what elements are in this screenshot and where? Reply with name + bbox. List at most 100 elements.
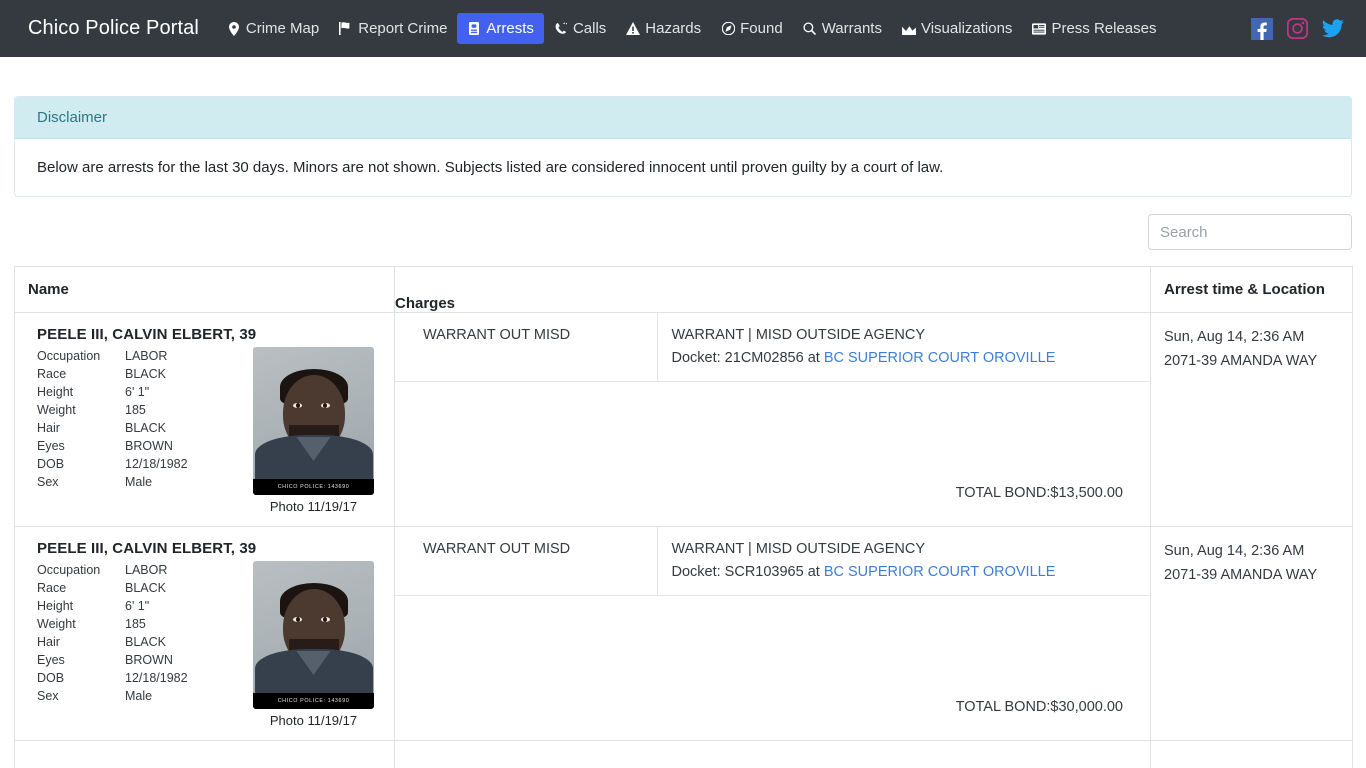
nav-item-hazards[interactable]: Hazards [616,13,711,44]
attribute-row: Weight 185 [37,615,249,633]
photo-caption: Photo 11/19/17 [269,713,358,728]
attribute-row: Height 6' 1" [37,597,249,615]
docket-prefix: Docket: SCR103965 at [671,564,820,580]
attribute-value: LABOR [125,563,168,577]
nav-item-label: Visualizations [920,20,1013,37]
charges-cell [394,740,1151,768]
court-link[interactable]: BC SUPERIOR COURT OROVILLE [824,564,1056,580]
person-name: PEELE III, CALVIN ELBERT, 39 [37,326,257,343]
instagram-icon[interactable] [1286,17,1309,40]
nav-item-found[interactable]: Found [711,13,793,44]
mugshot-pupil-right [323,403,327,408]
table-row[interactable] [14,740,1353,768]
arrest-time: Sun, Aug 14, 2:36 AM [1164,543,1305,559]
total-bond: TOTAL BOND:$13,500.00 [955,485,1123,501]
attribute-value: 6' 1" [125,599,150,613]
person-body: Occupation LABOR Race BLACK Height 6' 1" We… [28,561,381,728]
compass-icon [721,21,735,36]
arrests-table: Name Charges Arrest time & Location PEEL… [14,266,1353,768]
attribute-value: 6' 1" [125,385,150,399]
attribute-key: Occupation [37,563,101,577]
arrest-time-cell: Sun, Aug 14, 2:36 AM 2071-39 AMANDA WAY [1150,312,1353,527]
page-container: Disclaimer Below are arrests for the las… [0,96,1366,768]
brand-link[interactable]: Chico Police Portal [28,17,199,40]
column-header-charges[interactable]: Charges [394,266,1151,313]
nav-item-visualizations[interactable]: Visualizations [892,13,1022,44]
newspaper-icon [1032,21,1047,36]
arrest-location: 2071-39 AMANDA WAY [1164,353,1318,369]
docket-prefix: Docket: 21CM02856 at [671,350,820,366]
attribute-row: Sex Male [37,687,249,705]
attribute-key: Height [37,385,74,399]
charge-row: WARRANT OUT MISD WARRANT | MISD OUTSIDE … [395,527,1150,596]
column-header-name[interactable]: Name [14,266,395,313]
nav-item-label: Warrants [821,20,882,37]
charges-cell: WARRANT OUT MISD WARRANT | MISD OUTSIDE … [394,526,1151,741]
attribute-row: Race BLACK [37,579,249,597]
nav-item-label: Press Releases [1051,20,1157,37]
attribute-row: Sex Male [37,473,249,491]
charges-inner: WARRANT OUT MISD WARRANT | MISD OUTSIDE … [395,313,1150,511]
mugshot-pupil-left [296,617,300,622]
attribute-value: BROWN [125,653,173,667]
attribute-value: 12/18/1982 [125,671,188,685]
arrest-location: 2071-39 AMANDA WAY [1164,567,1318,583]
table-header-row: Name Charges Arrest time & Location [14,266,1353,313]
charge-list: WARRANT OUT MISD WARRANT | MISD OUTSIDE … [395,527,1150,596]
attribute-value: BLACK [125,581,166,595]
nav-links: Crime Map Report Crime Arrests Calls Haz [217,0,1241,57]
attribute-row: Height 6' 1" [37,383,249,401]
person-attributes: Occupation LABOR Race BLACK Height 6' 1" We… [37,347,249,491]
name-cell [14,740,395,768]
court-link[interactable]: BC SUPERIOR COURT OROVILLE [824,350,1056,366]
search-input[interactable] [1148,214,1352,250]
mugshot-photo[interactable]: CHICO POLICE: 143690 [253,561,374,709]
total-bond: TOTAL BOND:$30,000.00 [955,699,1123,715]
social-links [1251,17,1344,40]
attribute-value: 185 [125,617,146,631]
attribute-value: BLACK [125,635,166,649]
disclaimer-body: Below are arrests for the last 30 days. … [37,159,944,176]
nav-item-report-crime[interactable]: Report Crime [329,13,457,44]
attribute-value: BLACK [125,367,166,381]
main-navbar: Chico Police Portal Crime Map Report Cri… [0,0,1366,57]
charge-detail: WARRANT | MISD OUTSIDE AGENCY Docket: SC… [657,527,1150,596]
facebook-icon[interactable] [1251,17,1273,40]
table-row[interactable]: PEELE III, CALVIN ELBERT, 39 Occupation L… [14,312,1353,527]
nav-item-label: Found [740,20,783,37]
arrests-table-body: PEELE III, CALVIN ELBERT, 39 Occupation L… [14,312,1353,768]
nav-item-crime-map[interactable]: Crime Map [217,13,329,44]
column-header-arrest-time[interactable]: Arrest time & Location [1150,266,1353,313]
attribute-key: Sex [37,475,59,489]
charges-inner: WARRANT OUT MISD WARRANT | MISD OUTSIDE … [395,527,1150,725]
charges-cell: WARRANT OUT MISD WARRANT | MISD OUTSIDE … [394,312,1151,527]
attribute-value: 12/18/1982 [125,457,188,471]
search-icon [803,21,817,36]
attribute-key: DOB [37,671,65,685]
flag-icon [339,21,353,36]
mugshot-photo[interactable]: CHICO POLICE: 143690 [253,347,374,495]
search-row [14,214,1352,250]
attribute-key: Occupation [37,349,101,363]
attribute-value: BLACK [125,421,166,435]
nav-item-arrests[interactable]: Arrests [457,13,544,44]
attribute-key: Eyes [37,653,65,667]
phone-icon [554,21,568,36]
attribute-key: Eyes [37,439,65,453]
chart-area-icon [901,21,916,36]
arrest-time-cell: Sun, Aug 14, 2:36 AM 2071-39 AMANDA WAY [1150,526,1353,741]
nav-item-warrants[interactable]: Warrants [793,13,892,44]
attribute-row: Occupation LABOR [37,561,249,579]
attribute-key: Weight [37,403,76,417]
attribute-value: BROWN [125,439,173,453]
table-row[interactable]: PEELE III, CALVIN ELBERT, 39 Occupation L… [14,526,1353,741]
nav-item-press-releases[interactable]: Press Releases [1022,13,1166,44]
twitter-icon[interactable] [1322,18,1344,39]
attribute-row: DOB 12/18/1982 [37,669,249,687]
attribute-key: Hair [37,421,60,435]
charge-docket: Docket: 21CM02856 at BC SUPERIOR COURT O… [672,347,1139,370]
attribute-value: LABOR [125,349,168,363]
attribute-key: Height [37,599,74,613]
disclaimer-card: Disclaimer Below are arrests for the las… [14,96,1352,197]
nav-item-calls[interactable]: Calls [544,13,616,44]
